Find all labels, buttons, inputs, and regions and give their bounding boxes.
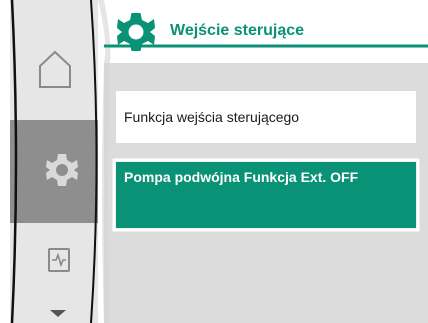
- menu-item-control-input-function[interactable]: Funkcja wejścia sterującego: [116, 91, 416, 143]
- menu-item-dual-pump-ext-off[interactable]: Pompa podwójna Funkcja Ext. OFF: [116, 162, 416, 228]
- sidebar-item-home[interactable]: [10, 40, 98, 110]
- sidebar-scroll-down[interactable]: [10, 296, 98, 323]
- page-title: Wejście sterujące: [170, 22, 305, 39]
- sidebar-item-diagnostics[interactable]: [10, 232, 98, 288]
- sidebar-item-settings[interactable]: [10, 120, 98, 223]
